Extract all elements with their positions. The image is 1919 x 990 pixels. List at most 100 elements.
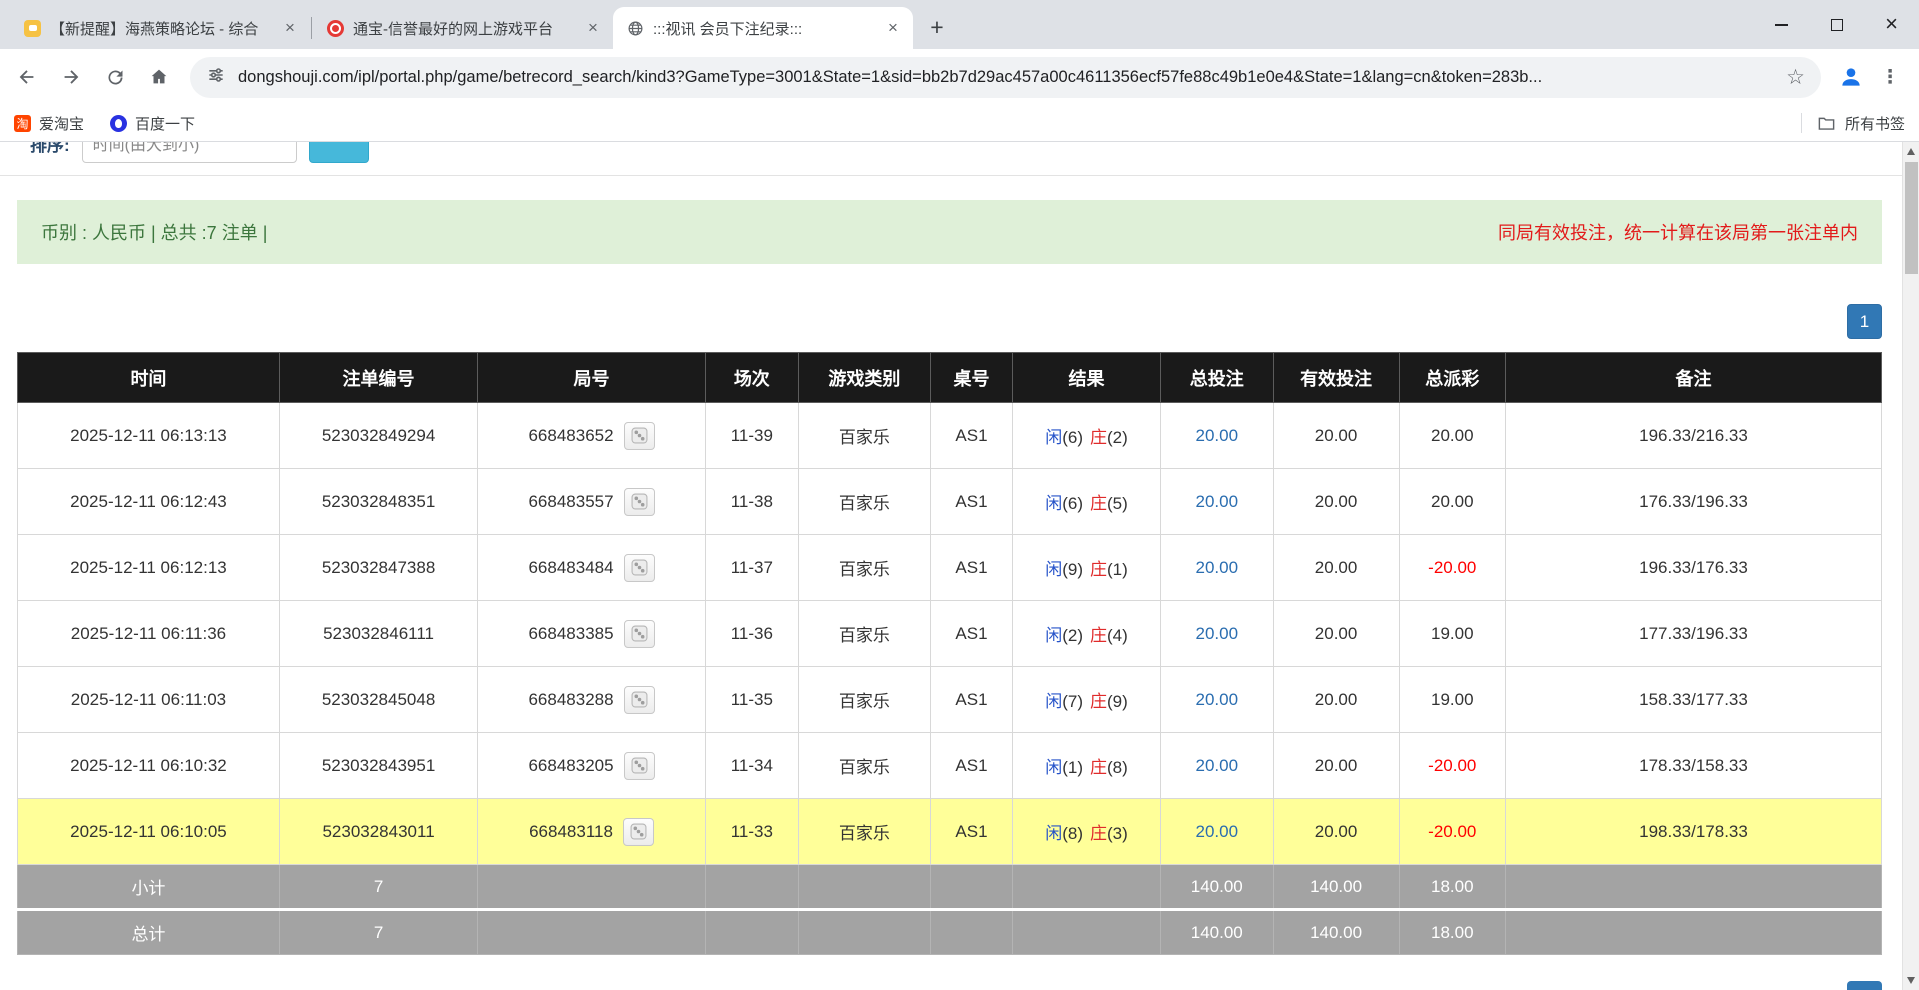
cell-time: 2025-12-11 06:11:36 [18, 601, 280, 667]
cell-result: 闲(2)庄(4) [1012, 601, 1160, 667]
forward-arrow-icon [60, 66, 82, 88]
tab-close-icon[interactable] [583, 18, 603, 38]
cell-result: 闲(9)庄(1) [1012, 535, 1160, 601]
round-id: 668483557 [528, 492, 613, 512]
cell-time: 2025-12-11 06:10:32 [18, 733, 280, 799]
cell-note: 177.33/196.33 [1505, 601, 1881, 667]
tab-strip: 【新提醒】海燕策略论坛 - 综合 通宝-信誉最好的网上游戏平台 :::视讯 会员… [0, 0, 1919, 49]
address-bar[interactable]: dongshouji.com/ipl/portal.php/game/betre… [190, 57, 1821, 98]
close-button[interactable] [1864, 0, 1919, 49]
filter-section: 排序: [0, 142, 1902, 176]
minimize-button[interactable] [1754, 0, 1809, 49]
globe-favicon-icon [627, 20, 644, 37]
cell-game-type: 百家乐 [798, 733, 930, 799]
replay-button[interactable] [624, 488, 655, 516]
cell-payout: -20.00 [1399, 799, 1505, 865]
total-bet-link[interactable]: 20.00 [1196, 756, 1239, 775]
maximize-button[interactable] [1809, 0, 1864, 49]
back-button[interactable] [8, 58, 46, 96]
cell-table-no: AS1 [930, 667, 1012, 733]
cell-valid-bet: 20.00 [1273, 403, 1399, 469]
bookmarks-divider [1801, 113, 1802, 133]
round-id: 668483484 [528, 558, 613, 578]
bookmark-label: 百度一下 [135, 113, 195, 134]
all-bookmarks-label: 所有书签 [1845, 113, 1905, 134]
tab-tongbao[interactable]: 通宝-信誉最好的网上游戏平台 [313, 7, 613, 49]
new-tab-button[interactable] [921, 11, 953, 43]
all-bookmarks-button[interactable]: 所有书签 [1801, 113, 1905, 134]
replay-button[interactable] [624, 620, 655, 648]
browser-menu-icon[interactable] [1875, 59, 1905, 95]
cell-result: 闲(6)庄(2) [1012, 403, 1160, 469]
replay-button[interactable] [624, 686, 655, 714]
cell-game-type: 百家乐 [798, 535, 930, 601]
cell-total-bet: 20.00 [1160, 667, 1273, 733]
total-bet-link[interactable]: 20.00 [1196, 492, 1239, 511]
site-info-icon[interactable] [206, 65, 226, 90]
browser-toolbar: dongshouji.com/ipl/portal.php/game/betre… [0, 49, 1919, 105]
tab-separator [311, 17, 312, 39]
subtotal-row: 小计 7 140.00 140.00 18.00 [18, 865, 1882, 910]
tab-forum[interactable]: 【新提醒】海燕策略论坛 - 综合 [10, 7, 310, 49]
bookmark-star-icon[interactable] [1786, 65, 1805, 90]
scrollbar-thumb[interactable] [1905, 162, 1918, 274]
cell-note: 196.33/216.33 [1505, 403, 1881, 469]
total-count: 7 [279, 910, 477, 955]
total-bet-link[interactable]: 20.00 [1196, 558, 1239, 577]
header-payout: 总派彩 [1399, 353, 1505, 403]
total-bet-link[interactable]: 20.00 [1196, 426, 1239, 445]
cell-payout: -20.00 [1399, 535, 1505, 601]
page-scrollbar[interactable] [1902, 142, 1919, 990]
folder-icon [1817, 114, 1836, 133]
home-button[interactable] [140, 58, 178, 96]
cell-round: 668483288 [478, 667, 706, 733]
tab-title: 【新提醒】海燕策略论坛 - 综合 [50, 18, 271, 39]
bookmark-baidu[interactable]: 百度一下 [110, 113, 195, 134]
cell-note: 178.33/158.33 [1505, 733, 1881, 799]
reload-button[interactable] [96, 58, 134, 96]
header-valid-bet: 有效投注 [1273, 353, 1399, 403]
tab-bet-records[interactable]: :::视讯 会员下注纪录::: [613, 7, 913, 49]
sort-input[interactable] [82, 142, 297, 163]
banker-label: 庄 [1090, 758, 1107, 777]
cell-payout: 19.00 [1399, 601, 1505, 667]
cell-game-type: 百家乐 [798, 469, 930, 535]
bookmark-aitaobao[interactable]: 爱淘宝 [14, 113, 84, 134]
bottom-pagination-button[interactable] [1847, 981, 1882, 990]
banker-score: (8) [1107, 758, 1128, 777]
cell-bet-id: 523032845048 [279, 667, 477, 733]
player-score: (2) [1062, 626, 1083, 645]
tab-close-icon[interactable] [883, 18, 903, 38]
search-button[interactable] [309, 142, 369, 163]
header-table-no: 桌号 [930, 353, 1012, 403]
filter-label: 排序: [30, 142, 70, 156]
tab-close-icon[interactable] [280, 18, 300, 38]
cell-result: 闲(8)庄(3) [1012, 799, 1160, 865]
total-bet-link[interactable]: 20.00 [1196, 690, 1239, 709]
profile-avatar-icon[interactable] [1833, 59, 1869, 95]
bookmark-label: 爱淘宝 [39, 113, 84, 134]
subtotal-count: 7 [279, 865, 477, 910]
cell-session: 11-36 [705, 601, 798, 667]
scroll-up-arrow-icon[interactable] [1907, 148, 1915, 155]
forward-button[interactable] [52, 58, 90, 96]
cell-total-bet: 20.00 [1160, 469, 1273, 535]
tongbao-favicon-icon [327, 20, 344, 37]
replay-button[interactable] [623, 818, 654, 846]
dice-icon [631, 559, 648, 576]
dice-icon [631, 625, 648, 642]
total-bet-link[interactable]: 20.00 [1196, 822, 1239, 841]
replay-button[interactable] [624, 422, 655, 450]
maximize-icon [1831, 19, 1843, 31]
total-bet-link[interactable]: 20.00 [1196, 624, 1239, 643]
scroll-down-arrow-icon[interactable] [1907, 977, 1915, 984]
total-row: 总计 7 140.00 140.00 18.00 [18, 910, 1882, 955]
round-id: 668483118 [529, 822, 613, 842]
replay-button[interactable] [624, 752, 655, 780]
header-time: 时间 [18, 353, 280, 403]
replay-button[interactable] [624, 554, 655, 582]
header-round: 局号 [478, 353, 706, 403]
cell-note: 196.33/176.33 [1505, 535, 1881, 601]
page-1-button[interactable]: 1 [1847, 304, 1882, 339]
cell-total-bet: 20.00 [1160, 403, 1273, 469]
